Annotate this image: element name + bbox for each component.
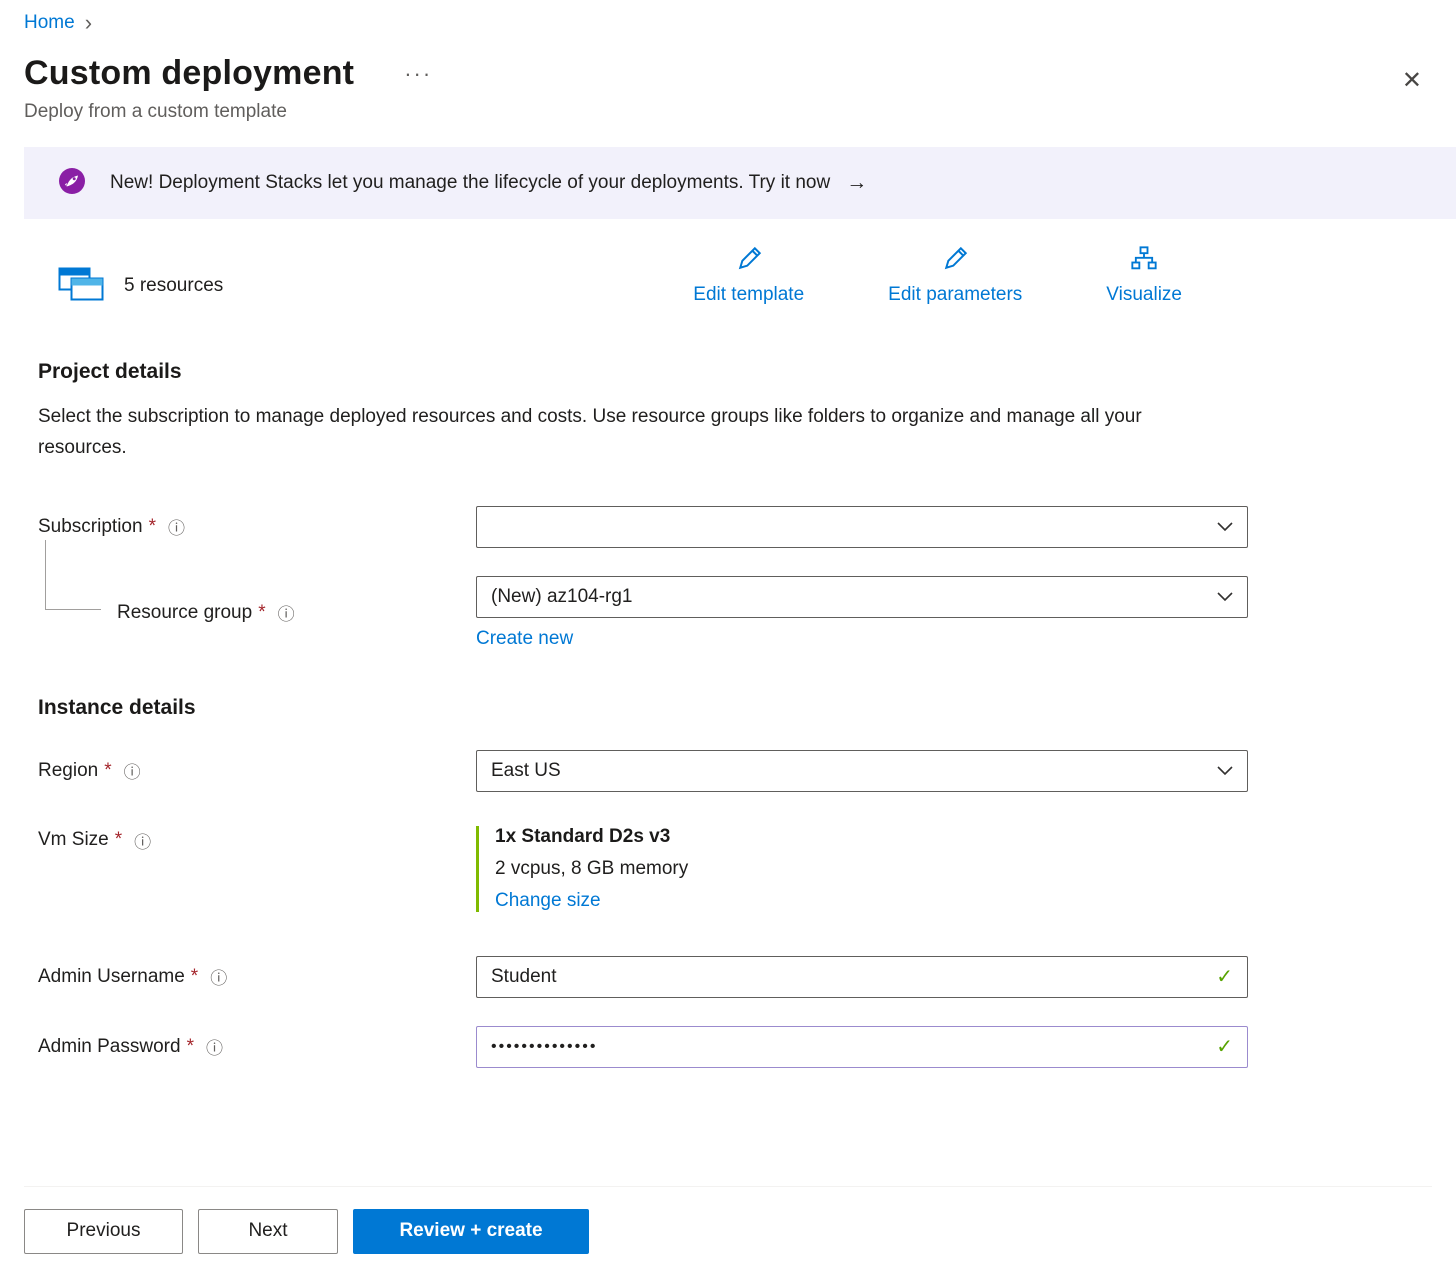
arrow-right-icon: → <box>846 171 867 195</box>
resource-group-label-group: Resource group * ⓘ <box>38 600 476 625</box>
resource-group-value: (New) az104-rg1 <box>491 586 633 608</box>
page-title: Custom deployment <box>24 54 354 93</box>
previous-button[interactable]: Previous <box>24 1209 183 1254</box>
admin-username-label: Admin Username <box>38 966 185 988</box>
page-header: Custom deployment ··· <box>24 54 1432 93</box>
region-row: Region * ⓘ East US <box>38 750 1432 792</box>
custom-deployment-page: Home › Custom deployment ··· ✕ Deploy fr… <box>0 0 1456 1282</box>
vm-size-value: 1x Standard D2s v3 <box>495 826 1248 848</box>
project-details-description: Select the subscription to manage deploy… <box>38 402 1188 464</box>
region-select[interactable]: East US <box>476 750 1248 792</box>
deployment-form: Subscription * ⓘ Resource group * <box>38 506 1432 1068</box>
vm-size-label: Vm Size <box>38 829 109 851</box>
edit-template-button[interactable]: Edit template <box>693 245 804 306</box>
project-details-heading: Project details <box>38 360 1432 384</box>
instance-details-heading: Instance details <box>38 696 1432 720</box>
valid-check-icon: ✓ <box>1216 1034 1233 1059</box>
vm-size-row: Vm Size * ⓘ 1x Standard D2s v3 2 vcpus, … <box>38 826 1432 912</box>
subscription-select[interactable] <box>476 506 1248 548</box>
admin-username-input[interactable]: Student ✓ <box>476 956 1248 998</box>
deployment-stacks-banner: New! Deployment Stacks let you manage th… <box>24 147 1456 219</box>
region-value: East US <box>491 760 561 782</box>
sitemap-icon <box>1130 245 1158 279</box>
region-label: Region <box>38 760 98 782</box>
visualize-button[interactable]: Visualize <box>1106 245 1182 306</box>
breadcrumb: Home › <box>24 12 1432 34</box>
required-marker: * <box>187 1036 194 1058</box>
required-marker: * <box>104 760 111 782</box>
resource-group-label: Resource group <box>117 602 252 624</box>
valid-check-icon: ✓ <box>1216 964 1233 989</box>
close-icon[interactable]: ✕ <box>1396 64 1428 97</box>
admin-password-row: Admin Password * ⓘ •••••••••••••• ✓ <box>38 1026 1432 1068</box>
admin-password-input[interactable]: •••••••••••••• ✓ <box>476 1026 1248 1068</box>
change-size-link[interactable]: Change size <box>495 890 601 912</box>
edit-template-label: Edit template <box>693 284 804 306</box>
info-icon[interactable]: ⓘ <box>168 514 185 539</box>
template-bar: 5 resources Edit template Edit parameter… <box>24 245 1432 306</box>
admin-password-value: •••••••••••••• <box>491 1038 597 1056</box>
info-icon[interactable]: ⓘ <box>278 600 295 625</box>
chevron-right-icon: › <box>85 12 92 34</box>
wizard-footer: Previous Next Review + create <box>24 1186 1432 1254</box>
tree-connector <box>45 540 101 610</box>
visualize-label: Visualize <box>1106 284 1182 306</box>
pencil-icon <box>941 245 969 279</box>
required-marker: * <box>115 829 122 851</box>
info-icon[interactable]: ⓘ <box>210 964 227 989</box>
edit-parameters-label: Edit parameters <box>888 284 1022 306</box>
pencil-icon <box>735 245 763 279</box>
vm-size-specs: 2 vcpus, 8 GB memory <box>495 858 1248 880</box>
banner-message-link[interactable]: New! Deployment Stacks let you manage th… <box>110 172 830 194</box>
required-marker: * <box>149 516 156 538</box>
template-actions: Edit template Edit parameters <box>693 245 1182 306</box>
admin-password-label-group: Admin Password * ⓘ <box>38 1034 476 1059</box>
more-menu-icon[interactable]: ··· <box>404 61 432 87</box>
vm-size-label-group: Vm Size * ⓘ <box>38 826 476 853</box>
info-icon[interactable]: ⓘ <box>124 758 141 783</box>
chevron-down-icon <box>1217 516 1233 538</box>
breadcrumb-home-link[interactable]: Home <box>24 12 75 34</box>
create-new-link[interactable]: Create new <box>476 628 573 650</box>
subscription-row: Subscription * ⓘ <box>38 506 1432 548</box>
admin-password-label: Admin Password <box>38 1036 181 1058</box>
template-resources: 5 resources <box>58 267 223 306</box>
resource-group-select[interactable]: (New) az104-rg1 <box>476 576 1248 618</box>
next-button[interactable]: Next <box>198 1209 338 1254</box>
admin-username-label-group: Admin Username * ⓘ <box>38 964 476 989</box>
edit-parameters-button[interactable]: Edit parameters <box>888 245 1022 306</box>
template-resources-icon <box>58 267 104 306</box>
required-marker: * <box>258 602 265 624</box>
region-label-group: Region * ⓘ <box>38 758 476 783</box>
subscription-label: Subscription <box>38 516 143 538</box>
required-marker: * <box>191 966 198 988</box>
admin-username-value: Student <box>491 966 557 988</box>
resource-group-row: Resource group * ⓘ (New) az104-rg1 Creat… <box>38 576 1432 650</box>
chevron-down-icon <box>1217 760 1233 782</box>
vm-size-summary: 1x Standard D2s v3 2 vcpus, 8 GB memory … <box>476 826 1248 912</box>
resources-count-label: 5 resources <box>124 275 223 299</box>
subscription-label-group: Subscription * ⓘ <box>38 514 476 539</box>
chevron-down-icon <box>1217 586 1233 608</box>
rocket-icon <box>58 167 86 200</box>
admin-username-row: Admin Username * ⓘ Student ✓ <box>38 956 1432 998</box>
review-create-button[interactable]: Review + create <box>353 1209 589 1254</box>
page-subtitle: Deploy from a custom template <box>24 101 1432 123</box>
info-icon[interactable]: ⓘ <box>206 1034 223 1059</box>
info-icon[interactable]: ⓘ <box>134 828 151 853</box>
